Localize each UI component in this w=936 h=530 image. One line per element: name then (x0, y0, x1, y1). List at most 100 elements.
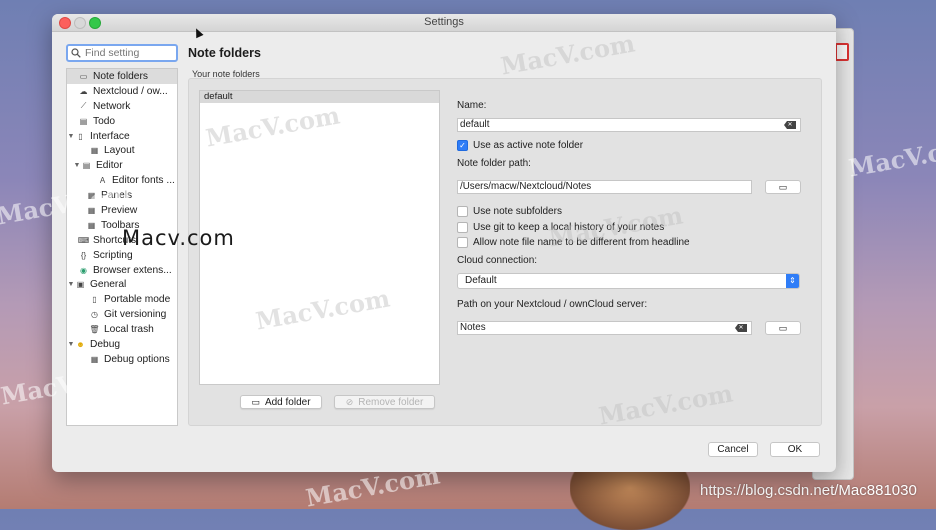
checkbox-icon[interactable] (457, 206, 468, 217)
sidebar-item-label: Network (93, 100, 131, 112)
sidebar-item-label: Nextcloud / ow... (93, 85, 168, 97)
add-folder-label: Add folder (264, 396, 311, 408)
desktop-rock-image (570, 470, 690, 530)
sidebar-item-network[interactable]: ⟋ Network (67, 99, 177, 114)
font-icon: A (99, 176, 106, 186)
todo-icon: ▤ (79, 116, 88, 126)
sidebar-item-label: Editor (96, 160, 123, 172)
sidebar-item-general[interactable]: ▼ ▣ General (67, 277, 177, 292)
search-box[interactable] (66, 44, 178, 62)
preview-icon: ▦ (87, 205, 96, 215)
sidebar-item-layout[interactable]: ▦ Layout (67, 143, 177, 158)
chevron-updown-icon[interactable]: ⇕ (786, 274, 799, 288)
clear-icon[interactable]: ✕ (784, 121, 796, 129)
name-label: Name: (457, 100, 487, 111)
sidebar-item-debug-options[interactable]: ▦ Debug options (67, 352, 177, 367)
sidebar-item-browser-extension[interactable]: ◉ Browser extens... (67, 263, 177, 278)
sidebar-item-debug[interactable]: ▼ ☻ Debug (67, 337, 177, 352)
page-title: Note folders (188, 46, 261, 60)
browse-server-path-button[interactable]: ▭ (765, 321, 801, 335)
sidebar-item-label: Browser extens... (93, 264, 172, 276)
path-label: Note folder path: (457, 158, 531, 169)
cloud-connection-label: Cloud connection: (457, 255, 538, 266)
sidebar-item-label: Debug options (104, 353, 170, 365)
cancel-button[interactable]: Cancel (708, 442, 758, 457)
subfolders-checkbox[interactable]: Use note subfolders (457, 206, 562, 217)
toolbar-icon: ▦ (87, 220, 96, 230)
sidebar-item-preview[interactable]: ▦ Preview (67, 203, 177, 218)
folder-list[interactable]: default (199, 90, 440, 385)
sidebar-item-label: Git versioning (104, 309, 167, 321)
sidebar-item-nextcloud[interactable]: ☁ Nextcloud / ow... (67, 84, 177, 99)
remove-folder-button[interactable]: ⊘ Remove folder (334, 395, 435, 409)
path-field[interactable]: /Users/macw/Nextcloud/Notes (457, 180, 752, 194)
watermark: MacV.com (846, 130, 936, 183)
git-icon: ◷ (91, 310, 98, 320)
subfolders-label: Use note subfolders (473, 206, 562, 217)
server-path-value: Notes (460, 322, 486, 333)
sidebar-item-local-trash[interactable]: 🗑︎ Local trash (67, 322, 177, 337)
sidebar-item-label: Interface (90, 130, 130, 142)
general-icon: ▣ (76, 280, 85, 290)
remove-folder-label: Remove folder (358, 396, 424, 408)
interface-icon: ▯ (78, 131, 83, 141)
browser-icon: ◉ (80, 265, 87, 275)
sidebar-item-label: Debug (90, 338, 121, 350)
window-title: Settings (424, 16, 464, 28)
panels-icon: ▦ (87, 191, 96, 201)
name-field[interactable]: default ✕ (457, 118, 801, 132)
sidebar-item-label: Editor fonts ... (112, 175, 175, 187)
folder-icon: ▭ (79, 71, 88, 81)
search-input[interactable] (81, 47, 175, 59)
sidebar-item-label: Local trash (104, 324, 154, 336)
sidebar-item-editor-fonts[interactable]: A Editor fonts ... (67, 173, 177, 188)
folder-icon: ▭ (778, 323, 788, 333)
checkbox-icon[interactable] (457, 237, 468, 248)
chevron-down-icon[interactable]: ▼ (67, 133, 75, 140)
filename-headline-label: Allow note file name to be different fro… (473, 237, 690, 248)
checkbox-checked-icon[interactable]: ✓ (457, 140, 468, 151)
browse-path-button[interactable]: ▭ (765, 180, 801, 194)
clear-icon[interactable]: ✕ (735, 324, 747, 332)
ok-button[interactable]: OK (770, 442, 820, 457)
debug-options-icon: ▦ (90, 354, 99, 364)
chevron-down-icon[interactable]: ▼ (73, 162, 81, 169)
csdn-url-watermark: https://blog.csdn.net/Mac881030 (700, 482, 917, 499)
cloud-connection-select[interactable]: Default ⇕ (457, 273, 800, 289)
folder-icon: ▭ (251, 396, 260, 407)
sidebar-item-editor[interactable]: ▼ ▤ Editor (67, 158, 177, 173)
chevron-down-icon[interactable]: ▼ (67, 341, 75, 348)
sidebar-item-panels[interactable]: ▦ Panels (67, 188, 177, 203)
layout-icon: ▦ (90, 146, 99, 156)
list-item[interactable]: default (200, 91, 439, 103)
checkbox-icon[interactable] (457, 222, 468, 233)
scripting-icon: {} (80, 250, 87, 260)
sidebar-item-label: Todo (93, 115, 116, 127)
active-folder-checkbox[interactable]: ✓ Use as active note folder (457, 140, 583, 151)
sidebar-item-todo[interactable]: ▤ Todo (67, 114, 177, 129)
git-history-checkbox[interactable]: Use git to keep a local history of your … (457, 222, 664, 233)
zoom-window-button[interactable] (89, 17, 101, 29)
remove-icon: ⊘ (345, 396, 354, 407)
minimize-window-button[interactable] (74, 17, 86, 29)
server-path-field[interactable]: Notes ✕ (457, 321, 752, 335)
sidebar-item-git-versioning[interactable]: ◷ Git versioning (67, 307, 177, 322)
filename-headline-checkbox[interactable]: Allow note file name to be different fro… (457, 237, 690, 248)
sidebar-item-label: General (90, 279, 127, 291)
close-window-button[interactable] (59, 17, 71, 29)
sidebar-item-interface[interactable]: ▼ ▯ Interface (67, 129, 177, 144)
trash-icon: 🗑︎ (89, 325, 100, 335)
server-path-label: Path on your Nextcloud / ownCloud server… (457, 299, 648, 310)
sidebar-item-label: Note folders (93, 70, 148, 82)
sidebar-item-note-folders[interactable]: ▭ Note folders (67, 69, 177, 84)
sidebar-item-label: Portable mode (104, 294, 171, 306)
network-icon: ⟋ (80, 101, 87, 111)
sidebar-item-portable-mode[interactable]: ▯ Portable mode (67, 292, 177, 307)
chevron-down-icon[interactable]: ▼ (67, 281, 75, 288)
git-history-label: Use git to keep a local history of your … (473, 222, 665, 233)
add-folder-button[interactable]: ▭ Add folder (240, 395, 322, 409)
name-value: default (460, 119, 490, 130)
portable-icon: ▯ (92, 295, 97, 305)
debug-icon: ☻ (76, 339, 85, 349)
background-window-badge (835, 43, 849, 61)
